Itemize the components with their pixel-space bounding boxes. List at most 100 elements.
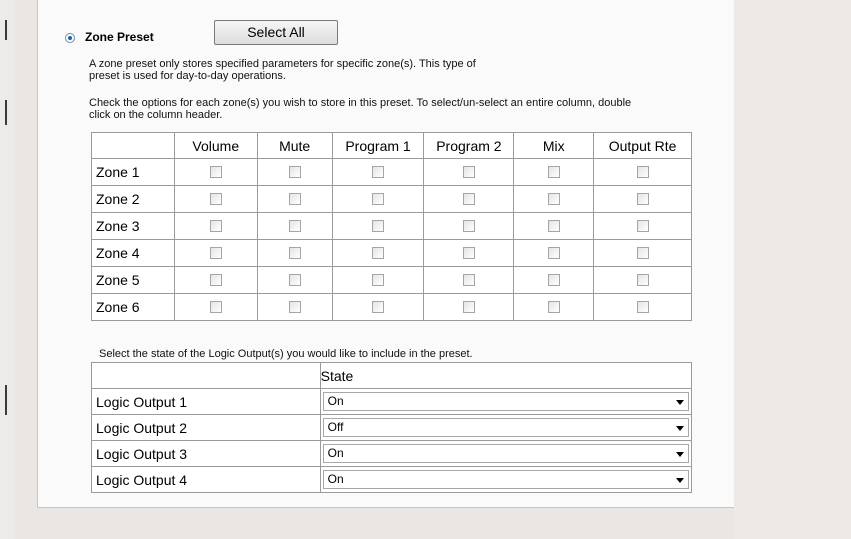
option-checkbox[interactable] [209, 192, 222, 205]
zone-options-table: Volume Mute Program 1 Program 2 Mix Output Rt… [91, 132, 692, 321]
option-checkbox[interactable] [288, 165, 301, 178]
state-dropdown[interactable]: On [322, 470, 689, 489]
option-checkbox[interactable] [209, 273, 222, 286]
state-dropdown[interactable]: On [322, 444, 689, 463]
edge-marker [5, 385, 7, 415]
table-row: Logic Output 3 On [91, 440, 693, 467]
zone-label: Zone 2 [91, 185, 175, 213]
option-checkbox[interactable] [462, 273, 475, 286]
column-header[interactable]: Volume [173, 132, 258, 159]
preset-description: A zone preset only stores specified para… [89, 58, 609, 82]
option-cell [256, 185, 333, 213]
logic-output-label: Logic Output 4 [91, 466, 321, 493]
state-cell: On [319, 440, 693, 467]
option-checkbox[interactable] [372, 192, 385, 205]
option-cell [423, 293, 515, 321]
logic-output-label: Logic Output 3 [91, 440, 321, 467]
state-cell: On [319, 388, 693, 415]
zone-corner-header [91, 132, 175, 159]
option-cell [593, 293, 692, 321]
option-checkbox[interactable] [209, 219, 222, 232]
column-header[interactable]: Program 1 [331, 132, 425, 159]
option-checkbox[interactable] [462, 165, 475, 178]
option-checkbox[interactable] [288, 219, 301, 232]
logic-output-label: Logic Output 2 [91, 414, 321, 441]
option-cell [173, 212, 258, 240]
zone-preset-label[interactable]: Zone Preset [85, 30, 154, 44]
state-cell: On [319, 466, 693, 493]
logic-output-table: State Logic Output 1 On Logic Output 2 Off L… [91, 362, 693, 493]
state-column-header[interactable]: State [319, 362, 693, 389]
zone-label: Zone 5 [91, 266, 175, 294]
option-cell [513, 266, 595, 294]
option-checkbox[interactable] [636, 192, 649, 205]
zone-label: Zone 3 [91, 212, 175, 240]
state-value: Off [327, 420, 344, 434]
option-checkbox[interactable] [372, 165, 385, 178]
state-dropdown[interactable]: Off [322, 418, 689, 437]
edge-marker [5, 100, 7, 125]
logic-corner-header [91, 362, 321, 389]
option-checkbox[interactable] [462, 300, 475, 313]
option-checkbox[interactable] [636, 165, 649, 178]
edge-marker [5, 20, 7, 40]
table-row: Logic Output 4 On [91, 466, 693, 493]
option-cell [593, 266, 692, 294]
option-checkbox[interactable] [547, 246, 560, 259]
option-checkbox[interactable] [209, 165, 222, 178]
option-checkbox[interactable] [372, 273, 385, 286]
option-checkbox[interactable] [372, 300, 385, 313]
option-checkbox[interactable] [636, 219, 649, 232]
option-checkbox[interactable] [547, 300, 560, 313]
zone-preset-radio[interactable] [65, 33, 75, 43]
option-checkbox[interactable] [462, 219, 475, 232]
option-cell [423, 185, 515, 213]
option-cell [173, 293, 258, 321]
option-cell [423, 212, 515, 240]
option-checkbox[interactable] [288, 300, 301, 313]
option-checkbox[interactable] [547, 219, 560, 232]
option-checkbox[interactable] [547, 165, 560, 178]
option-checkbox[interactable] [636, 246, 649, 259]
option-cell [256, 158, 333, 186]
option-checkbox[interactable] [288, 192, 301, 205]
table-row: Zone 1 [91, 158, 692, 186]
table-row: Zone 5 [91, 266, 692, 294]
table-row: Zone 2 [91, 185, 692, 213]
column-header[interactable]: Mute [256, 132, 333, 159]
option-checkbox[interactable] [462, 192, 475, 205]
option-checkbox[interactable] [288, 273, 301, 286]
option-cell [256, 212, 333, 240]
option-checkbox[interactable] [372, 246, 385, 259]
column-header[interactable]: Mix [513, 132, 595, 159]
option-checkbox[interactable] [636, 273, 649, 286]
option-checkbox[interactable] [209, 246, 222, 259]
column-instructions: Check the options for each zone(s) you w… [89, 97, 729, 121]
option-checkbox[interactable] [372, 219, 385, 232]
left-window-edge [0, 0, 14, 539]
option-cell [423, 266, 515, 294]
select-all-button[interactable]: Select All [214, 20, 338, 45]
option-cell [331, 266, 425, 294]
option-cell [256, 266, 333, 294]
table-row: Zone 3 [91, 212, 692, 240]
option-cell [173, 266, 258, 294]
option-checkbox[interactable] [462, 246, 475, 259]
state-dropdown[interactable]: On [322, 392, 689, 411]
zone-label: Zone 1 [91, 158, 175, 186]
option-checkbox[interactable] [636, 300, 649, 313]
option-cell [256, 293, 333, 321]
option-checkbox[interactable] [288, 246, 301, 259]
desc-line: click on the column header. [89, 109, 223, 121]
option-checkbox[interactable] [547, 192, 560, 205]
option-cell [423, 239, 515, 267]
option-cell [593, 239, 692, 267]
column-header[interactable]: Program 2 [423, 132, 515, 159]
table-row: Logic Output 1 On [91, 388, 693, 415]
state-value: On [327, 446, 344, 460]
column-header[interactable]: Output Rte [593, 132, 692, 159]
zone-label: Zone 4 [91, 239, 175, 267]
option-checkbox[interactable] [547, 273, 560, 286]
option-checkbox[interactable] [209, 300, 222, 313]
option-cell [513, 293, 595, 321]
